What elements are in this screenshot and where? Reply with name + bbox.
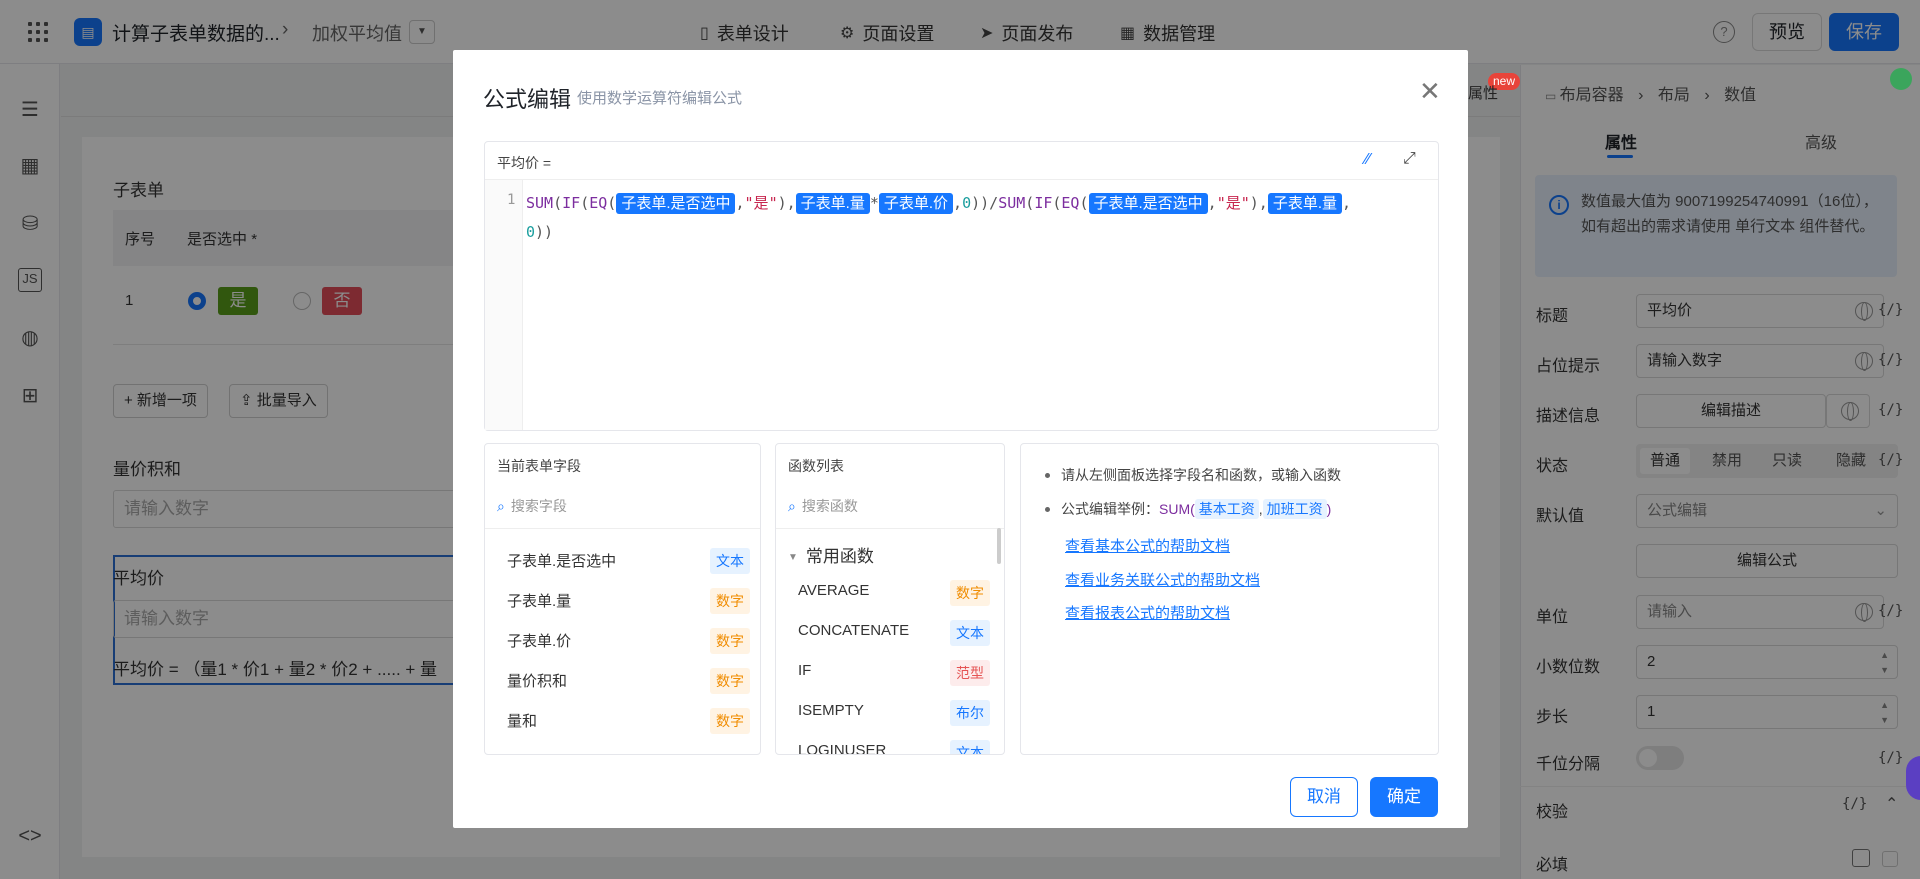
type-badge: 数字 [710, 668, 750, 694]
field-token[interactable]: 子表单.量 [1267, 193, 1343, 214]
string-literal: 是 [1225, 194, 1241, 212]
help-link-basic[interactable]: 查看基本公式的帮助文档 [1065, 535, 1230, 556]
type-badge: 文本 [710, 548, 750, 574]
tip-token: 基本工资 [1194, 499, 1259, 519]
type-badge: 数字 [710, 588, 750, 614]
function-name: IF [798, 662, 812, 679]
string-literal: 是 [753, 194, 769, 212]
fields-title: 当前表单字段 [497, 458, 581, 474]
confirm-button[interactable]: 确定 [1370, 777, 1438, 817]
functions-search-input[interactable]: ⌕ 搜索函数 [788, 496, 858, 516]
tip-function: SUM( [1159, 501, 1195, 517]
fields-search-input[interactable]: ⌕ 搜索字段 [497, 496, 567, 516]
fields-search-placeholder: 搜索字段 [510, 498, 567, 514]
modal-title: 公式编辑 [483, 87, 572, 112]
magic-wand-icon[interactable]: ⁄⁄ [1365, 151, 1370, 169]
help-link-report[interactable]: 查看报表公式的帮助文档 [1065, 602, 1230, 623]
line-number: 1 [507, 192, 516, 208]
list-item[interactable]: CONCATENATE 文本 [776, 612, 1004, 652]
type-badge: 数字 [710, 628, 750, 654]
line-gutter: 1 [485, 180, 523, 430]
field-token[interactable]: 子表单.价 [878, 193, 954, 214]
functions-group[interactable]: ▼ 常用函数 [788, 542, 874, 567]
tip-function: ) [1326, 501, 1332, 517]
search-icon: ⌕ [497, 498, 505, 514]
list-item[interactable]: IF 范型 [776, 652, 1004, 692]
function-name: ISEMPTY [798, 702, 864, 719]
field-token[interactable]: 子表单.是否选中 [1088, 193, 1208, 214]
field-name: 子表单.量 [507, 593, 572, 610]
assistant-bubble[interactable] [1906, 756, 1920, 800]
field-label: 平均价 = [497, 155, 552, 171]
scrollbar[interactable] [997, 528, 1001, 564]
list-item[interactable]: 子表单.量 数字 [485, 580, 760, 620]
help-link-business[interactable]: 查看业务关联公式的帮助文档 [1065, 569, 1260, 590]
list-item[interactable]: 子表单.价 数字 [485, 620, 760, 660]
list-item[interactable]: 量和 数字 [485, 700, 760, 740]
close-icon[interactable]: ✕ [1419, 78, 1441, 104]
tips-list: 请从左侧面板选择字段名和函数，或输入函数 公式编辑举例：SUM(基本工资, 加班工… [1045, 458, 1425, 526]
fields-panel: 当前表单字段 ⌕ 搜索字段 子表单.是否选中 文本 子表单.量 数字 子表单.价 数字 … [484, 443, 761, 755]
cancel-button[interactable]: 取消 [1290, 777, 1358, 817]
type-badge: 数字 [950, 580, 990, 606]
type-badge: 范型 [950, 660, 990, 686]
field-name: 量和 [507, 713, 538, 730]
formula-modal: 公式编辑 使用数学运算符编辑公式 ✕ 平均价 = ⁄⁄ ⤢ 1 SUM(IF(E… [453, 50, 1468, 828]
functions-group-label: 常用函数 [805, 547, 874, 566]
list-item[interactable]: 子表单.是否选中 文本 [485, 540, 760, 580]
function-name: AVERAGE [798, 582, 870, 599]
formula-code[interactable]: SUM(IF(EQ(子表单.是否选中 ,"是"), 子表单.量 * 子表单.价 ,0))/… [526, 189, 1431, 246]
list-item[interactable]: ISEMPTY 布尔 [776, 692, 1004, 732]
divider [485, 528, 760, 529]
functions-title: 函数列表 [788, 458, 844, 474]
fullscreen-icon[interactable]: ⤢ [1403, 150, 1416, 168]
field-token[interactable]: 子表单.是否选中 [616, 193, 736, 214]
tip-item: 请从左侧面板选择字段名和函数，或输入函数 [1045, 458, 1425, 492]
status-dot [1890, 68, 1912, 90]
type-badge: 数字 [710, 708, 750, 734]
functions-panel: 函数列表 ⌕ 搜索函数 ▼ 常用函数 AVERAGE 数字 CONCATENATE 文本… [775, 443, 1005, 755]
field-name: 子表单.是否选中 [507, 553, 617, 570]
list-item[interactable]: LOGINUSER 文本 [776, 732, 1004, 755]
list-item[interactable]: AVERAGE 数字 [776, 572, 1004, 612]
tip-token: 加班工资 [1262, 499, 1327, 519]
list-item[interactable]: 量价积和 数字 [485, 660, 760, 700]
search-icon: ⌕ [788, 498, 796, 514]
field-name: 量价积和 [507, 673, 568, 690]
functions-search-placeholder: 搜索函数 [801, 498, 858, 514]
divider [776, 528, 1004, 529]
type-badge: 文本 [950, 740, 990, 754]
tips-panel: 请从左侧面板选择字段名和函数，或输入函数 公式编辑举例：SUM(基本工资, 加班工… [1020, 443, 1439, 755]
tip-prefix: 公式编辑举例： [1061, 501, 1159, 517]
formula-editor[interactable]: 平均价 = ⁄⁄ ⤢ 1 SUM(IF(EQ(子表单.是否选中 ,"是"), 子表单… [484, 141, 1439, 431]
editor-header: 平均价 = ⁄⁄ ⤢ [485, 142, 1438, 180]
caret-down-icon: ▼ [788, 552, 798, 563]
attr-peek-label: 属性 [1468, 85, 1499, 102]
function-name: LOGINUSER [798, 742, 887, 755]
modal-subtitle: 使用数学运算符编辑公式 [577, 90, 743, 107]
function-name: CONCATENATE [798, 622, 910, 639]
field-name: 子表单.价 [507, 633, 572, 650]
type-badge: 布尔 [950, 700, 990, 726]
tip-item: 公式编辑举例：SUM(基本工资, 加班工资) [1045, 492, 1425, 526]
field-token[interactable]: 子表单.量 [795, 193, 870, 214]
type-badge: 文本 [950, 620, 990, 646]
